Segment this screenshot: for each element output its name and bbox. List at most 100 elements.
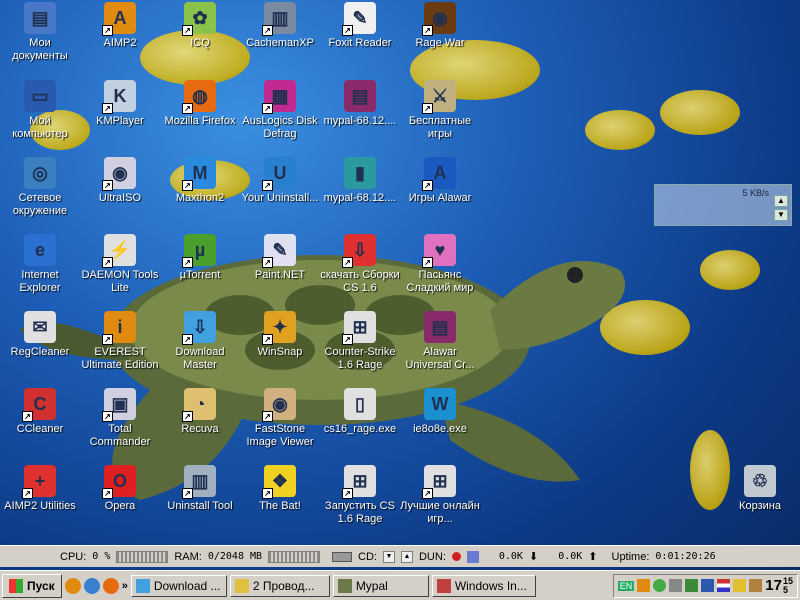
desktop-icon-daemon-tools[interactable]: ⚡ ↗ DAEMON Tools Lite [80,234,160,295]
tray-utorrent-icon[interactable] [653,579,667,592]
utorrent-icon: µ ↗ [182,234,216,268]
language-indicator[interactable]: EN [617,580,635,591]
icon-glyph: ▤ [431,316,449,337]
tray-network-icon[interactable] [685,579,699,592]
desktop-icon-winsnap[interactable]: ✦ ↗ WinSnap [240,311,320,359]
desktop-icon-counter-strike[interactable]: ⊞ ↗ Counter-Strike 1.6 Rage [320,311,400,372]
icon-glyph: ▤ [351,85,369,106]
alawar-crack-icon: ▤ [424,311,456,343]
desktop-icon-download-master[interactable]: ⇩ ↗ Download Master [160,311,240,372]
clock[interactable]: 17 15 5 [765,576,793,595]
desktop-icon-total-commander[interactable]: ▣ ↗ Total Commander [80,388,160,449]
tray-flag-icon[interactable] [717,579,731,592]
desktop-icon-recuva[interactable]: ◔ ↗ Recuva [160,388,240,436]
desktop-icon-opera[interactable]: O ↗ Opera [80,465,160,513]
desktop-icon-kmplayer[interactable]: K ↗ KMPlayer [80,80,160,128]
desktop-icon-alawar-games[interactable]: A ↗ Игры Alawar [400,157,480,205]
desktop-icon-network-places[interactable]: ◎ Сетевое окружение [0,157,80,218]
icon-glyph: A [113,7,127,28]
cd-label: CD: [358,550,377,563]
desktop-icon-disk-defrag[interactable]: ▦ ↗ AusLogics Disk Defrag [240,80,320,141]
desktop-icon-label: Paint.NET [254,269,306,281]
icon-glyph: ✎ [352,7,368,28]
cd-eject-button[interactable]: ▼ [382,550,395,563]
tray-alert-icon[interactable] [733,579,747,592]
desktop-icon-label: Uninstall Tool [167,500,233,512]
desktop-icon-regcleaner[interactable]: ✉ RegCleaner [0,311,80,359]
tray-volume-icon[interactable] [669,579,683,592]
desktop-icon-ccleaner[interactable]: C ↗ CCleaner [0,388,80,436]
internet-explorer-icon: e [24,234,56,266]
desktop-icon-internet-explorer[interactable]: e Internet Explorer [0,234,80,295]
taskbar-button-windows-installer[interactable]: Windows In... [431,574,536,597]
shortcut-arrow-icon: ↗ [182,334,193,345]
desktop-icon-cachemanxp[interactable]: ▥ ↗ CachemanXP [240,2,320,50]
start-button[interactable]: Пуск [2,573,62,598]
desktop-icon-firefox[interactable]: ◍ ↗ Mozilla Firefox [160,80,240,128]
icon-glyph: A [433,162,447,183]
shortcut-arrow-icon: ↗ [262,25,273,36]
desktop-icon-label: mypal-68.12.... [323,192,397,204]
desktop-icon-faststone[interactable]: ◉ ↗ FastStone Image Viewer [240,388,320,449]
chevron-down-icon[interactable]: ▼ [774,209,788,221]
tray-tools-icon[interactable] [749,579,763,592]
desktop-icon-ie-setup[interactable]: Wie8o8e.exe [400,388,480,436]
shortcut-arrow-icon: ↗ [182,180,193,191]
desktop-icon-utorrent[interactable]: µ ↗ µTorrent [160,234,240,282]
desktop-icon-archive[interactable]: ▤ mypal-68.12.... [320,80,400,128]
shortcut-arrow-icon: ↗ [182,25,193,36]
desktop-icon-your-uninstaller[interactable]: U ↗ Your Uninstall... [240,157,320,205]
desktop-icon-uninstall-tool[interactable]: ▥ ↗ Uninstall Tool [160,465,240,513]
aimp2-quicklaunch-icon[interactable] [64,577,81,594]
network-monitor-widget[interactable]: 5 KB/s ▲ ▼ [654,184,792,226]
desktop-icon-solitaire[interactable]: ♥ ↗ Пасьянс Сладкий мир [400,234,480,295]
ram-value: 0/2048 MB [207,551,263,562]
firefox-quicklaunch-icon[interactable] [102,577,119,594]
taskbar-button-mypal[interactable]: Mypal [332,574,429,597]
desktop-icon-paint-net[interactable]: ✎ ↗ Paint.NET [240,234,320,282]
faststone-icon: ◉ ↗ [262,388,296,422]
disk-defrag-icon: ▦ ↗ [262,80,296,114]
quicklaunch-overflow-icon[interactable]: » [122,580,128,592]
desktop-icon-aimp2-utilities[interactable]: + ↗ AIMP2 Utilities [0,465,80,513]
cd-close-button[interactable]: ▲ [400,550,413,563]
desktop-icon-label: Игры Alawar [408,192,472,204]
icon-glyph: ⚔ [431,85,449,106]
tray-monitor-icon[interactable] [701,579,715,592]
desktop-icon-alawar-crack[interactable]: ▤ Alawar Universal Cr... [400,311,480,372]
shortcut-arrow-icon: ↗ [262,180,273,191]
desktop-icon-free-games[interactable]: ⚔ ↗ Бесплатные игры [400,80,480,141]
desktop-icon-aimp2[interactable]: A ↗ AIMP2 [80,2,160,50]
icon-glyph: ▭ [31,85,49,106]
explorer-quicklaunch-icon[interactable] [83,577,100,594]
icon-glyph: µ [194,239,206,260]
desktop-icon-ultraiso[interactable]: ◉ ↗ UltraISO [80,157,160,205]
ie-setup-icon: W [424,388,456,420]
desktop-icon-exe-file[interactable]: ▯ cs16_rage.exe [320,388,400,436]
desktop-icon-everest[interactable]: i ↗ EVEREST Ultimate Edition [80,311,160,372]
desktop-icon-icq[interactable]: ✿ ↗ ICQ [160,2,240,50]
desktop-icon-label: Your Uninstall... [241,192,319,204]
maxthon2-icon: M ↗ [182,157,216,191]
icq-icon: ✿ ↗ [182,2,216,36]
desktop-icon-label: ICQ [190,37,210,49]
taskbar-button-download-master[interactable]: Download ... [130,574,227,597]
desktop-icon-recycle-bin[interactable]: ♲ Корзина [720,465,800,513]
desktop-icon-foxit-reader[interactable]: ✎ ↗ Foxit Reader [320,2,400,50]
desktop-icon-maxthon2[interactable]: M ↗ Maxthon2 [160,157,240,205]
desktop-icon-my-documents[interactable]: ▤ Мои документы [0,2,80,63]
desktop-icon-rage-war[interactable]: ◉ ↗ Rage War [400,2,480,50]
icon-glyph: ✿ [192,7,208,28]
desktop-icon-the-bat[interactable]: ❖ ↗ The Bat! [240,465,320,513]
desktop-icon-launch-cs[interactable]: ⊞ ↗ Запустить CS 1.6 Rage [320,465,400,526]
tray-aimp-icon[interactable] [637,579,651,592]
taskbar-button-explorer[interactable]: 2 Провод... [229,574,330,597]
desktop-icon-book[interactable]: ▮ mypal-68.12.... [320,157,400,205]
shortcut-arrow-icon: ↗ [102,25,113,36]
desktop-icon-my-computer[interactable]: ▭ Мой компьютер [0,80,80,141]
counter-strike-icon: ⊞ ↗ [342,311,376,345]
desktop-icon-download-cs[interactable]: ⇩ ↗ скачать Сборки CS 1.6 [320,234,400,295]
desktop-icon-online-games[interactable]: ⊞ ↗ Лучшие онлайн игр... [400,465,480,526]
chevron-up-icon[interactable]: ▲ [774,195,788,207]
taskbar-button-label: Mypal [355,578,388,593]
